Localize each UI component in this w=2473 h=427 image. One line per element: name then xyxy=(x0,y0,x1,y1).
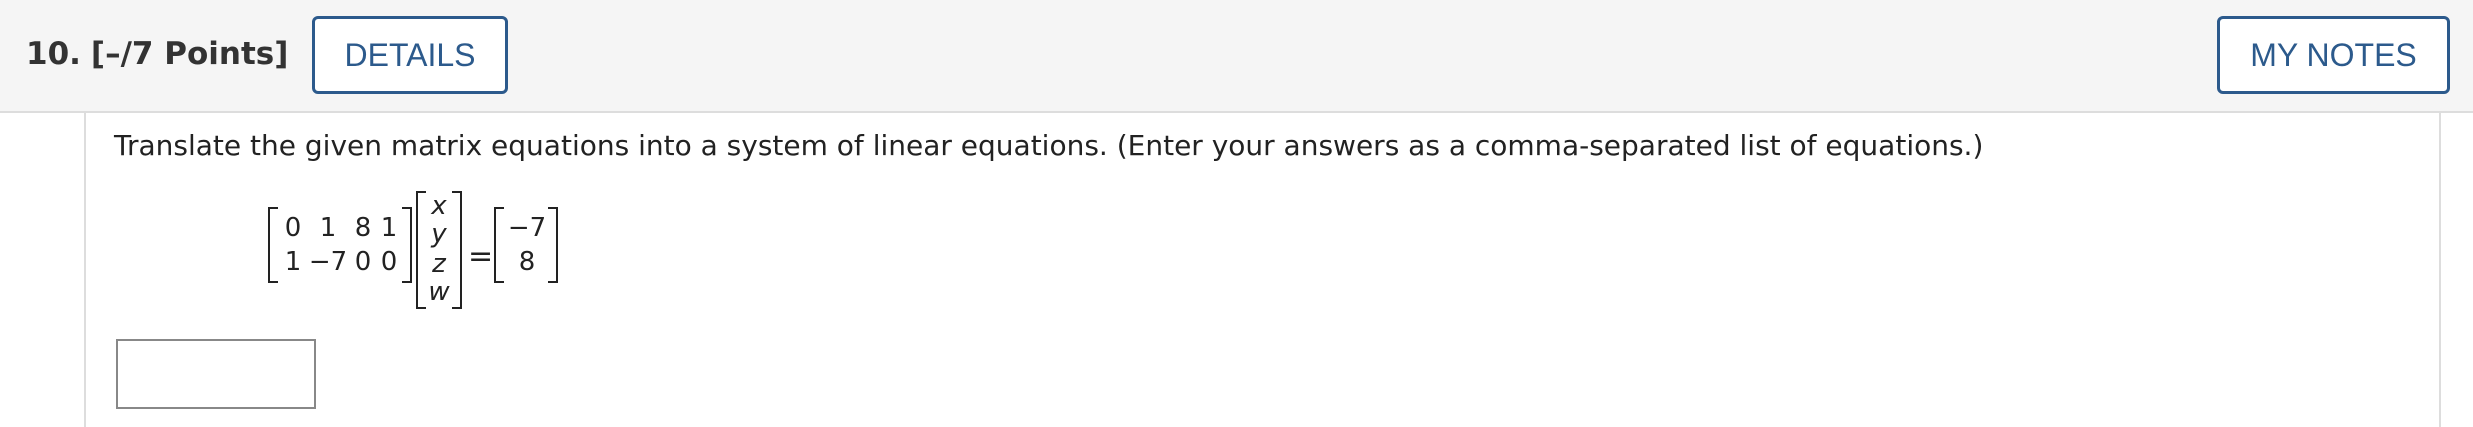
variable-cell: z xyxy=(432,249,446,279)
constants-vector-left-bracket xyxy=(494,207,504,283)
coefficient-cell: 1 xyxy=(319,213,337,243)
question-points: [–/7 Points] xyxy=(90,36,289,72)
question-number: 10. [–/7 Points] xyxy=(26,34,288,74)
variable-cell: w xyxy=(428,277,450,307)
matrix-equation: 0 1 8 1 1 −7 0 0 x y z w = −7 8 xyxy=(268,191,748,331)
question-body: Translate the given matrix equations int… xyxy=(84,113,2441,427)
constants-vector-right-bracket xyxy=(548,207,558,283)
coefficient-cell: 0 xyxy=(354,247,372,277)
question-header: 10. [–/7 Points] DETAILS MY NOTES xyxy=(0,0,2473,113)
coefficient-cell: 8 xyxy=(354,213,372,243)
question-number-label: 10. xyxy=(26,36,81,72)
coefficient-cell: 0 xyxy=(284,213,302,243)
coefficient-cell: −7 xyxy=(308,247,348,277)
variable-cell: x xyxy=(431,191,447,221)
coefficient-matrix-right-bracket xyxy=(402,207,412,283)
coefficient-cell: 0 xyxy=(380,247,398,277)
constant-cell: −7 xyxy=(507,213,547,243)
coefficient-cell: 1 xyxy=(380,213,398,243)
answer-input[interactable] xyxy=(116,339,316,409)
variable-cell: y xyxy=(431,219,447,249)
coefficient-matrix-left-bracket xyxy=(268,207,278,283)
details-button[interactable]: DETAILS xyxy=(312,16,508,94)
coefficient-cell: 1 xyxy=(284,247,302,277)
my-notes-button[interactable]: MY NOTES xyxy=(2217,16,2450,94)
equals-sign: = xyxy=(468,239,494,274)
question-prompt: Translate the given matrix equations int… xyxy=(114,129,1984,162)
variable-vector-right-bracket xyxy=(452,191,462,309)
question-page: 10. [–/7 Points] DETAILS MY NOTES Transla… xyxy=(0,0,2473,427)
constant-cell: 8 xyxy=(518,247,536,277)
